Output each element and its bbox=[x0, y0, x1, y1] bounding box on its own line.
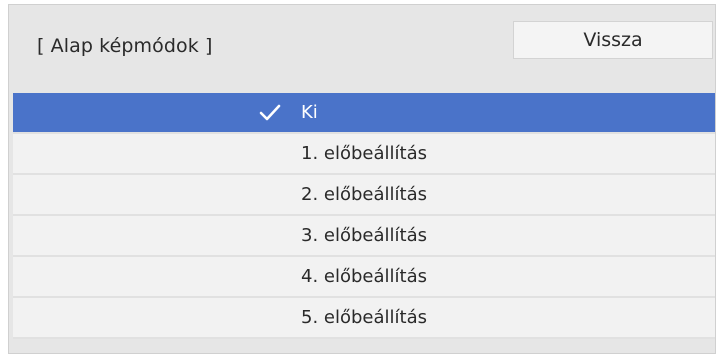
list-item-preset-2[interactable]: 2. előbeállítás bbox=[13, 175, 715, 216]
list-item-label: 4. előbeállítás bbox=[301, 266, 427, 287]
back-button[interactable]: Vissza bbox=[513, 21, 713, 59]
list-item-label: 5. előbeállítás bbox=[301, 307, 427, 328]
dialog-title: [ Alap képmódok ] bbox=[37, 35, 213, 57]
list-item-preset-5[interactable]: 5. előbeállítás bbox=[13, 298, 715, 339]
checkmark-icon bbox=[259, 104, 281, 121]
list-item-preset-3[interactable]: 3. előbeállítás bbox=[13, 216, 715, 257]
list-item-label: Ki bbox=[301, 102, 318, 123]
list-item-label: 3. előbeállítás bbox=[301, 225, 427, 246]
list-item-preset-4[interactable]: 4. előbeállítás bbox=[13, 257, 715, 298]
list-item-preset-1[interactable]: 1. előbeállítás bbox=[13, 134, 715, 175]
list-item-label: 1. előbeállítás bbox=[301, 143, 427, 164]
list-item-off[interactable]: Ki bbox=[13, 93, 715, 134]
picture-mode-list: Ki 1. előbeállítás 2. előbeállítás 3. el… bbox=[13, 93, 715, 339]
picture-mode-dialog: [ Alap képmódok ] Vissza Ki 1. előbeállí… bbox=[8, 4, 716, 354]
list-item-label: 2. előbeállítás bbox=[301, 184, 427, 205]
